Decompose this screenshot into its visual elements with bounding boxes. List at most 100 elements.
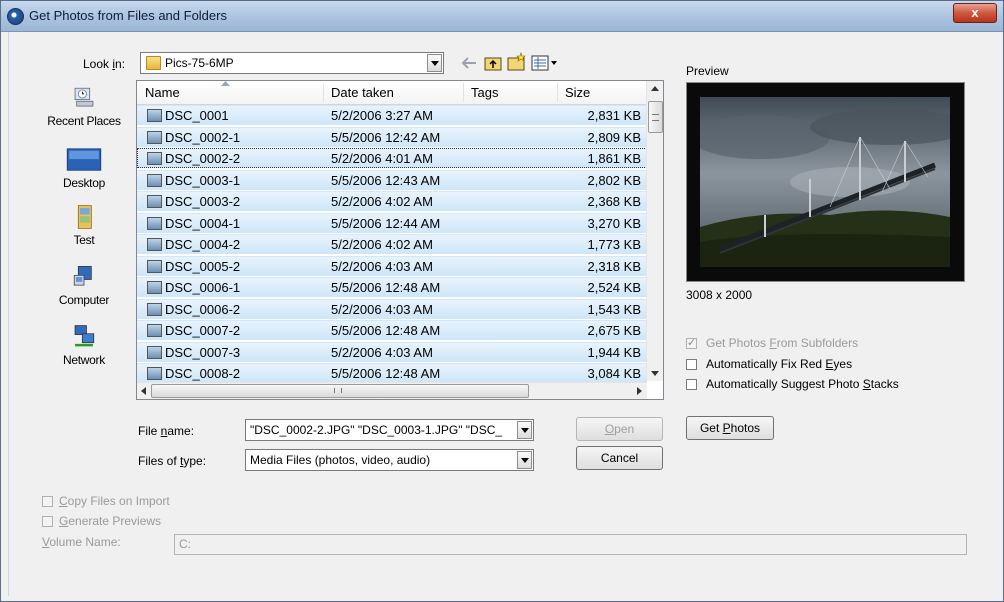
file-name-cell: DSC_0004-1: [165, 215, 241, 231]
size-cell: 2,318 KB: [587, 258, 642, 274]
size-cell: 1,773 KB: [587, 237, 642, 252]
column-header-tags[interactable]: Tags: [471, 85, 498, 100]
get-photos-button[interactable]: Get Photos: [686, 416, 774, 440]
computer-icon: [73, 266, 92, 286]
file-name-label: File name:: [138, 424, 195, 438]
place-desktop[interactable]: Desktop: [39, 147, 129, 190]
image-file-icon: [147, 152, 162, 165]
date-taken-cell: 5/5/2006 12:48 AM: [331, 280, 441, 295]
vertical-scroll-thumb[interactable]: [648, 101, 663, 133]
scroll-up-icon[interactable]: [651, 86, 659, 91]
place-label: Computer: [58, 293, 110, 307]
back-arrow-icon[interactable]: [460, 55, 478, 71]
file-row[interactable]: DSC_0007-2 5/5/2006 12:48 AM 2,675 KB: [137, 320, 647, 340]
date-taken-cell: 5/5/2006 12:42 AM: [331, 129, 441, 145]
suggest-photo-stacks-checkbox[interactable]: [686, 379, 697, 390]
file-name-cell: DSC_0007-2: [165, 323, 241, 338]
sort-ascending-icon: [221, 81, 230, 86]
scroll-right-icon[interactable]: [637, 387, 642, 395]
image-file-icon: [147, 216, 162, 230]
image-file-icon: [147, 173, 162, 187]
look-in-dropdown[interactable]: Pics-75-6MP: [140, 52, 444, 74]
file-list-header: Name Date taken Tags Size: [137, 81, 647, 105]
date-taken-cell: 5/2/2006 4:02 AM: [331, 237, 433, 252]
file-type-value: Media Files (photos, video, audio): [250, 453, 431, 467]
image-file-icon: [147, 109, 162, 122]
dialog-window: Get Photos from Files and Folders x Look…: [0, 0, 1004, 602]
desktop-icon: [66, 148, 102, 171]
folder-icon: [146, 56, 161, 70]
new-folder-icon[interactable]: [506, 52, 528, 72]
folder-icon: [77, 205, 92, 229]
window-title: Get Photos from Files and Folders: [29, 8, 227, 23]
image-file-icon: [147, 302, 162, 316]
file-name-cell: DSC_0002-1: [165, 129, 241, 145]
file-name-input[interactable]: "DSC_0002-2.JPG" "DSC_0003-1.JPG" "DSC_: [245, 419, 534, 441]
volume-name-input[interactable]: C:: [174, 534, 967, 555]
file-name-cell: DSC_0005-2: [165, 258, 241, 274]
file-row[interactable]: DSC_0005-2 5/2/2006 4:03 AM 2,318 KB: [137, 255, 647, 276]
file-name-cell: DSC_0008-2: [165, 366, 241, 381]
place-network[interactable]: Network: [39, 324, 129, 367]
file-row[interactable]: DSC_0004-1 5/5/2006 12:44 AM 3,270 KB: [137, 212, 647, 233]
copy-files-on-import-label: Copy Files on Import: [59, 494, 170, 508]
size-cell: 2,675 KB: [587, 323, 642, 338]
copy-files-on-import-checkbox[interactable]: [42, 496, 53, 507]
size-cell: 3,270 KB: [587, 215, 642, 231]
image-file-icon: [147, 259, 162, 273]
file-row[interactable]: DSC_0006-2 5/2/2006 4:03 AM 1,543 KB: [137, 298, 647, 319]
view-menu-icon[interactable]: [531, 54, 559, 72]
file-list[interactable]: Name Date taken Tags Size DSC_0001 5/2/20…: [136, 80, 664, 400]
column-header-size[interactable]: Size: [565, 85, 590, 100]
up-folder-icon[interactable]: [483, 54, 503, 72]
column-header-date-taken[interactable]: Date taken: [331, 85, 394, 100]
scroll-down-icon[interactable]: [651, 371, 659, 376]
recent-places-icon: [74, 87, 94, 107]
size-cell: 2,831 KB: [587, 108, 642, 123]
generate-previews-checkbox[interactable]: [42, 516, 53, 527]
close-button[interactable]: x: [953, 3, 997, 23]
title-bar[interactable]: Get Photos from Files and Folders x: [1, 1, 1003, 32]
fix-red-eyes-checkbox[interactable]: [686, 359, 697, 370]
size-cell: 2,524 KB: [587, 280, 642, 295]
file-row[interactable]: DSC_0006-1 5/5/2006 12:48 AM 2,524 KB: [137, 277, 647, 297]
image-file-icon: [147, 195, 162, 208]
image-file-icon: [147, 324, 162, 337]
scroll-left-icon[interactable]: [141, 387, 146, 395]
file-row[interactable]: DSC_0007-3 5/2/2006 4:03 AM 1,944 KB: [137, 341, 647, 362]
image-file-icon: [147, 238, 162, 251]
date-taken-cell: 5/2/2006 3:27 AM: [331, 108, 433, 123]
size-cell: 2,809 KB: [587, 129, 642, 145]
file-row[interactable]: DSC_0008-2 5/5/2006 12:48 AM 3,084 KB: [137, 363, 647, 383]
file-row[interactable]: DSC_0003-1 5/5/2006 12:43 AM 2,802 KB: [137, 169, 647, 190]
get-photos-from-subfolders-checkbox[interactable]: [686, 336, 697, 349]
get-photos-from-subfolders-label: Get Photos From Subfolders: [706, 336, 859, 350]
file-row[interactable]: DSC_0001 5/2/2006 3:27 AM 2,831 KB: [137, 105, 647, 125]
horizontal-scroll-thumb[interactable]: [151, 384, 529, 398]
place-recent-places[interactable]: Recent Places: [39, 85, 129, 128]
file-row[interactable]: DSC_0003-2 5/2/2006 4:02 AM 2,368 KB: [137, 191, 647, 211]
cancel-button[interactable]: Cancel: [576, 446, 663, 470]
horizontal-scrollbar[interactable]: [137, 382, 647, 399]
chevron-down-icon[interactable]: [517, 451, 532, 469]
file-row[interactable]: DSC_0002-2 5/2/2006 4:01 AM 1,861 KB: [137, 148, 647, 168]
size-cell: 2,368 KB: [587, 194, 642, 209]
date-taken-cell: 5/2/2006 4:01 AM: [331, 151, 433, 166]
file-row[interactable]: DSC_0002-1 5/5/2006 12:42 AM 2,809 KB: [137, 126, 647, 147]
place-label: Recent Places: [47, 114, 121, 128]
file-name-cell: DSC_0004-2: [165, 237, 241, 252]
generate-previews-label: Generate Previews: [59, 514, 162, 528]
size-cell: 1,944 KB: [587, 344, 642, 360]
vertical-scrollbar[interactable]: [646, 81, 663, 381]
place-label: Network: [63, 353, 105, 367]
place-test[interactable]: Test: [39, 204, 129, 247]
place-computer[interactable]: Computer: [39, 264, 129, 307]
chevron-down-icon[interactable]: [427, 54, 442, 72]
look-in-label: Look in:: [83, 57, 126, 71]
file-row[interactable]: DSC_0004-2 5/2/2006 4:02 AM 1,773 KB: [137, 234, 647, 254]
open-button[interactable]: Open: [576, 417, 663, 441]
column-header-name[interactable]: Name: [145, 85, 180, 100]
chevron-down-icon[interactable]: [517, 421, 532, 439]
file-name-value: "DSC_0002-2.JPG" "DSC_0003-1.JPG" "DSC_: [250, 423, 503, 437]
file-type-dropdown[interactable]: Media Files (photos, video, audio): [245, 449, 534, 471]
